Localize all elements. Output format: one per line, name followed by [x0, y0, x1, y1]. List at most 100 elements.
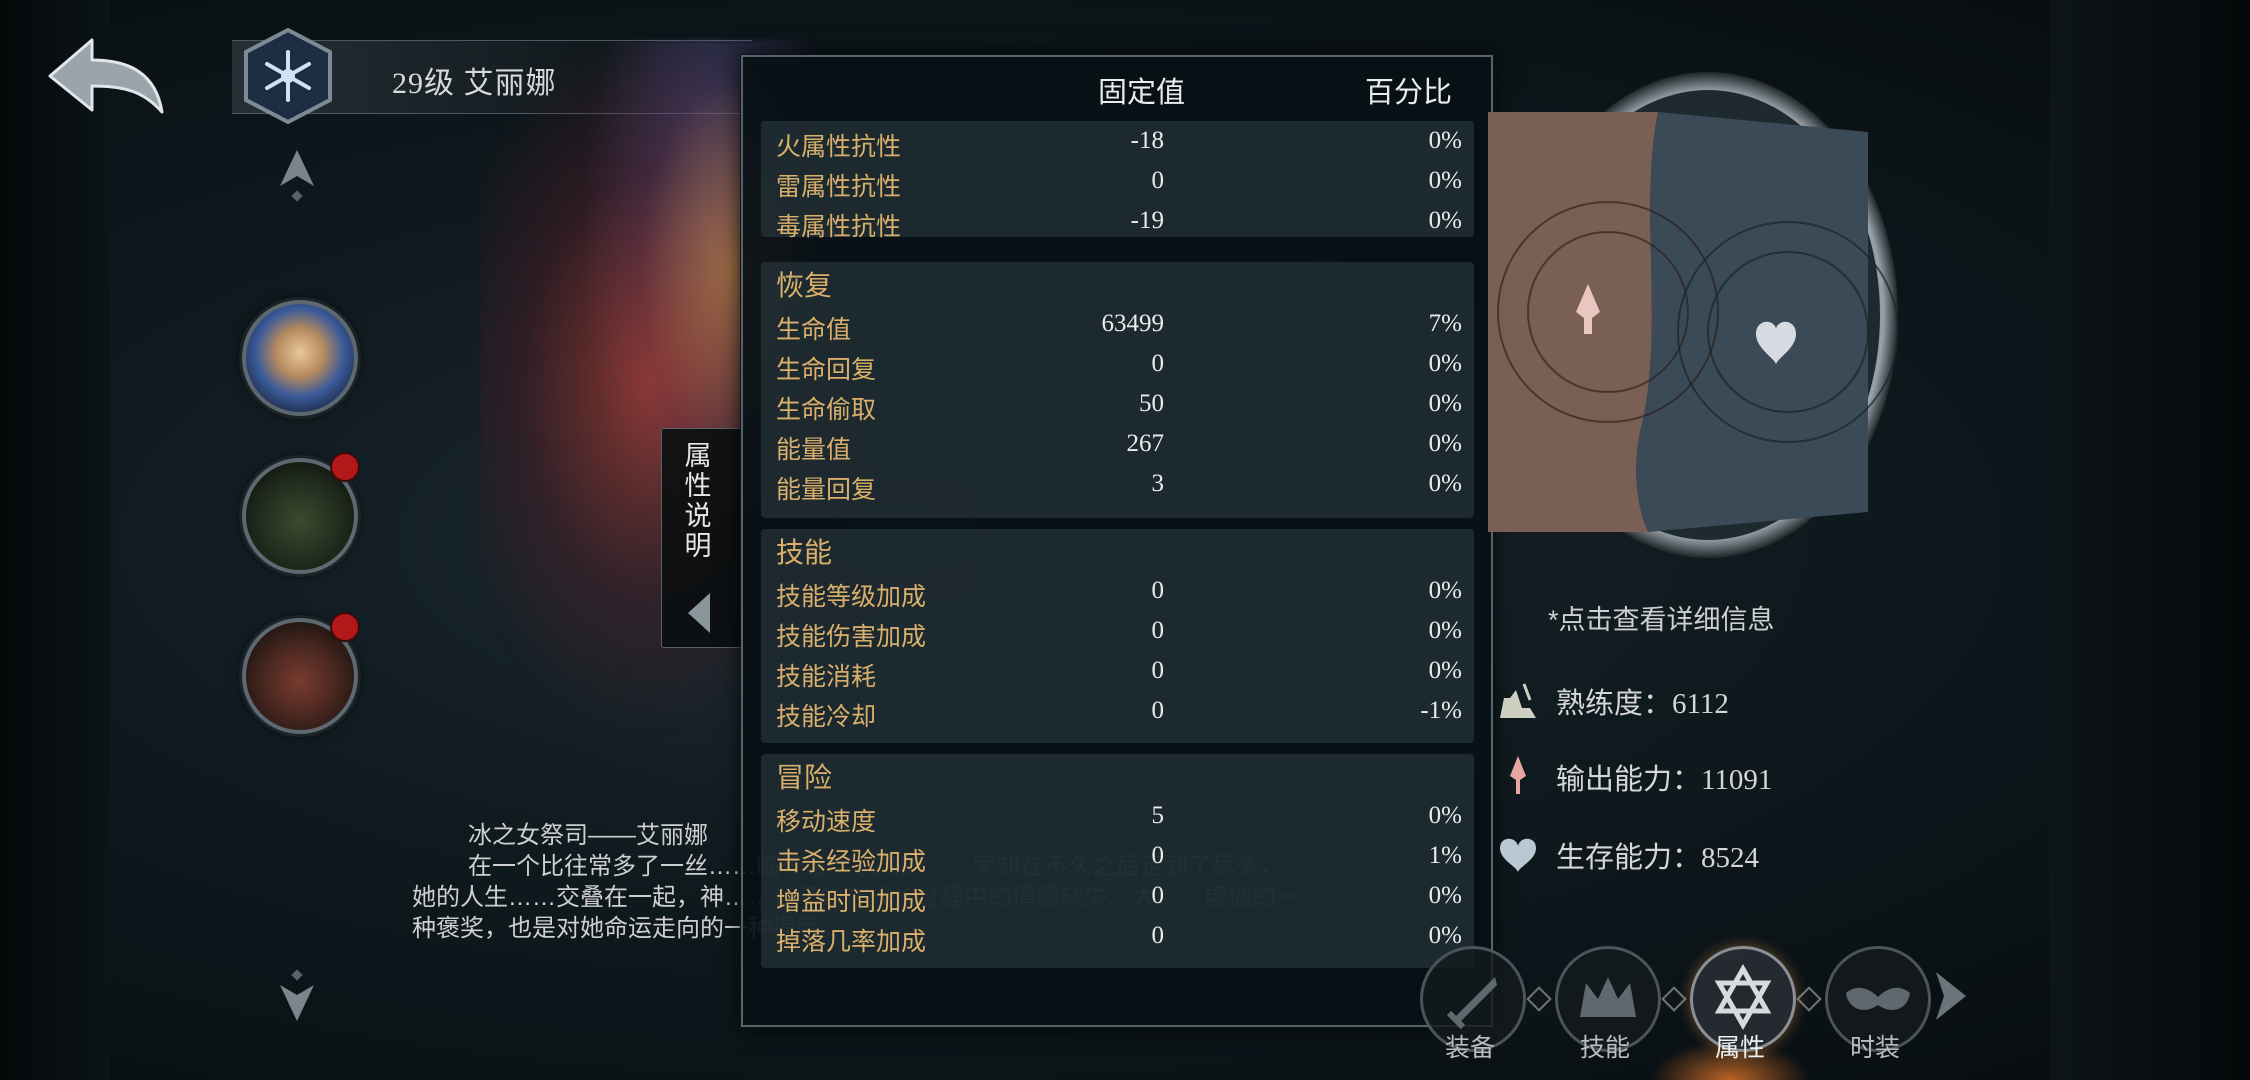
stat-percent-value: 0% — [1428, 127, 1462, 154]
stat-row: 能量值 267 0% — [776, 430, 1462, 470]
stat-fixed-value: 0 — [1151, 350, 1165, 377]
right-edge-shade — [2050, 0, 2250, 1080]
stat-label: 生命回复 — [776, 356, 877, 384]
mastery-icon — [1496, 678, 1540, 722]
tab-fashion-label: 时装 — [1849, 1034, 1900, 1062]
survival-text: 生存能力：8524 — [1556, 842, 1760, 874]
collapse-arrow-icon — [684, 591, 714, 635]
attribute-info-label: 属性说明 — [684, 441, 712, 561]
sword-icon — [1496, 754, 1540, 798]
chevron-right-icon[interactable] — [1930, 968, 1970, 1024]
group-title: 恢复 — [776, 270, 833, 301]
stat-percent-value: 0% — [1428, 802, 1462, 829]
stat-fixed-value: -18 — [1130, 127, 1164, 154]
stat-label: 能量回复 — [776, 476, 877, 504]
stat-percent-value: 0% — [1428, 390, 1462, 417]
stat-fixed-value: 0 — [1151, 922, 1165, 949]
stats-panel[interactable]: 固定值 百分比 火属性抗性 -18 0% 雷属性抗性 0 0% 毒属性抗性 -1… — [741, 55, 1493, 1027]
stat-percent-value: 0% — [1428, 350, 1462, 377]
stat-label: 击杀经验加成 — [776, 848, 927, 876]
stat-percent-value: 0% — [1428, 430, 1462, 457]
heart-icon — [1496, 832, 1540, 876]
notification-dot — [330, 452, 360, 482]
stat-label: 雷属性抗性 — [776, 173, 902, 201]
output-text: 输出能力：11091 — [1556, 764, 1773, 796]
back-arrow-icon — [48, 38, 164, 114]
notification-dot — [330, 612, 360, 642]
stat-percent-value: 0% — [1428, 470, 1462, 497]
stat-fixed-value: 5 — [1151, 802, 1165, 829]
stat-percent-value: 0% — [1428, 207, 1462, 234]
fixed-value-header: 固定值 — [1098, 77, 1186, 109]
stat-fixed-value: 0 — [1151, 577, 1165, 604]
stat-row: 生命值 63499 7% — [776, 310, 1462, 350]
stat-label: 生命偷取 — [776, 396, 877, 424]
stat-label: 移动速度 — [776, 808, 877, 836]
stat-percent-value: 0% — [1428, 577, 1462, 604]
stat-fixed-value: 3 — [1151, 470, 1165, 497]
stat-row: 技能伤害加成 0 0% — [776, 617, 1462, 657]
stat-row: 移动速度 5 0% — [776, 802, 1462, 842]
stat-percent-value: 0% — [1428, 617, 1462, 644]
stat-fixed-value: 0 — [1151, 657, 1165, 684]
stat-fixed-value: 50 — [1139, 390, 1164, 417]
ability-magic-circle[interactable] — [1488, 72, 1902, 558]
stat-percent-value: 0% — [1428, 882, 1462, 909]
recovery-group: 恢复 生命值 63499 7% 生命回复 0 0% 生命偷取 50 0% 能量值… — [761, 262, 1474, 518]
stat-fixed-value: 0 — [1151, 882, 1165, 909]
tab-equipment-label: 装备 — [1444, 1034, 1495, 1062]
tab-attributes-label: 属性 — [1714, 1034, 1765, 1062]
stat-row: 生命回复 0 0% — [776, 350, 1462, 390]
stat-label: 增益时间加成 — [776, 888, 927, 916]
stat-fixed-value: -19 — [1130, 207, 1164, 234]
prev-hero-arrow-icon[interactable] — [276, 146, 318, 206]
hero-portrait-avatar[interactable] — [242, 300, 358, 416]
stat-fixed-value: 0 — [1151, 617, 1165, 644]
stat-percent-value: 0% — [1428, 657, 1462, 684]
resist-group: 火属性抗性 -18 0% 雷属性抗性 0 0% 毒属性抗性 -19 0% — [761, 121, 1474, 241]
stat-label: 生命值 — [776, 316, 852, 344]
nav-divider — [1526, 986, 1552, 1012]
bottom-nav: 装备 技能 属性 时装 — [1360, 940, 2000, 1080]
stat-row: 能量回复 3 0% — [776, 470, 1462, 510]
back-button[interactable] — [40, 30, 170, 125]
stat-row: 技能消耗 0 0% — [776, 657, 1462, 697]
stat-fixed-value: 0 — [1151, 842, 1165, 869]
stat-label: 技能伤害加成 — [776, 623, 927, 651]
percent-header: 百分比 — [1365, 77, 1453, 109]
stat-label: 技能等级加成 — [776, 583, 927, 611]
adventure-group: 冒险 移动速度 5 0% 击杀经验加成 0 1% 增益时间加成 0 0% 掉落几… — [761, 754, 1474, 968]
group-title: 技能 — [776, 537, 833, 568]
mastery-text: 熟练度：6112 — [1556, 688, 1729, 720]
stat-row: 雷属性抗性 0 0% — [776, 167, 1462, 207]
stat-fixed-value: 267 — [1126, 430, 1165, 457]
stat-fixed-value: 0 — [1151, 697, 1165, 724]
stat-row: 击杀经验加成 0 1% — [776, 842, 1462, 882]
hero-class-emblem-icon — [240, 26, 336, 126]
skill-group: 技能 技能等级加成 0 0% 技能伤害加成 0 0% 技能消耗 0 0% 技能冷… — [761, 529, 1474, 743]
stat-label: 火属性抗性 — [776, 133, 902, 161]
stat-row: 增益时间加成 0 0% — [776, 882, 1462, 922]
stat-row: 生命偷取 50 0% — [776, 390, 1462, 430]
stat-percent-value: 0% — [1428, 167, 1462, 194]
stat-label: 掉落几率加成 — [776, 928, 927, 956]
stat-row: 技能冷却 0 -1% — [776, 697, 1462, 737]
left-edge-shade — [0, 0, 110, 1080]
stat-row: 火属性抗性 -18 0% — [776, 127, 1462, 167]
stat-percent-value: 7% — [1428, 310, 1462, 337]
detail-hint[interactable]: *点击查看详细信息 — [1548, 598, 1775, 637]
stat-fixed-value: 0 — [1151, 167, 1165, 194]
attribute-info-tab[interactable]: 属性说明 — [661, 428, 743, 648]
stat-label: 技能消耗 — [776, 663, 877, 691]
next-hero-arrow-icon[interactable] — [276, 965, 318, 1025]
stat-fixed-value: 63499 — [1101, 310, 1165, 337]
stat-row: 毒属性抗性 -19 0% — [776, 207, 1462, 247]
nav-divider — [1796, 986, 1822, 1012]
nav-divider — [1661, 986, 1687, 1012]
stat-label: 毒属性抗性 — [776, 213, 902, 241]
tab-skill-label: 技能 — [1579, 1034, 1630, 1062]
stat-percent-value: 1% — [1428, 842, 1462, 869]
stat-label: 技能冷却 — [776, 703, 877, 731]
group-title: 冒险 — [776, 762, 833, 793]
stat-percent-value: -1% — [1420, 697, 1462, 724]
